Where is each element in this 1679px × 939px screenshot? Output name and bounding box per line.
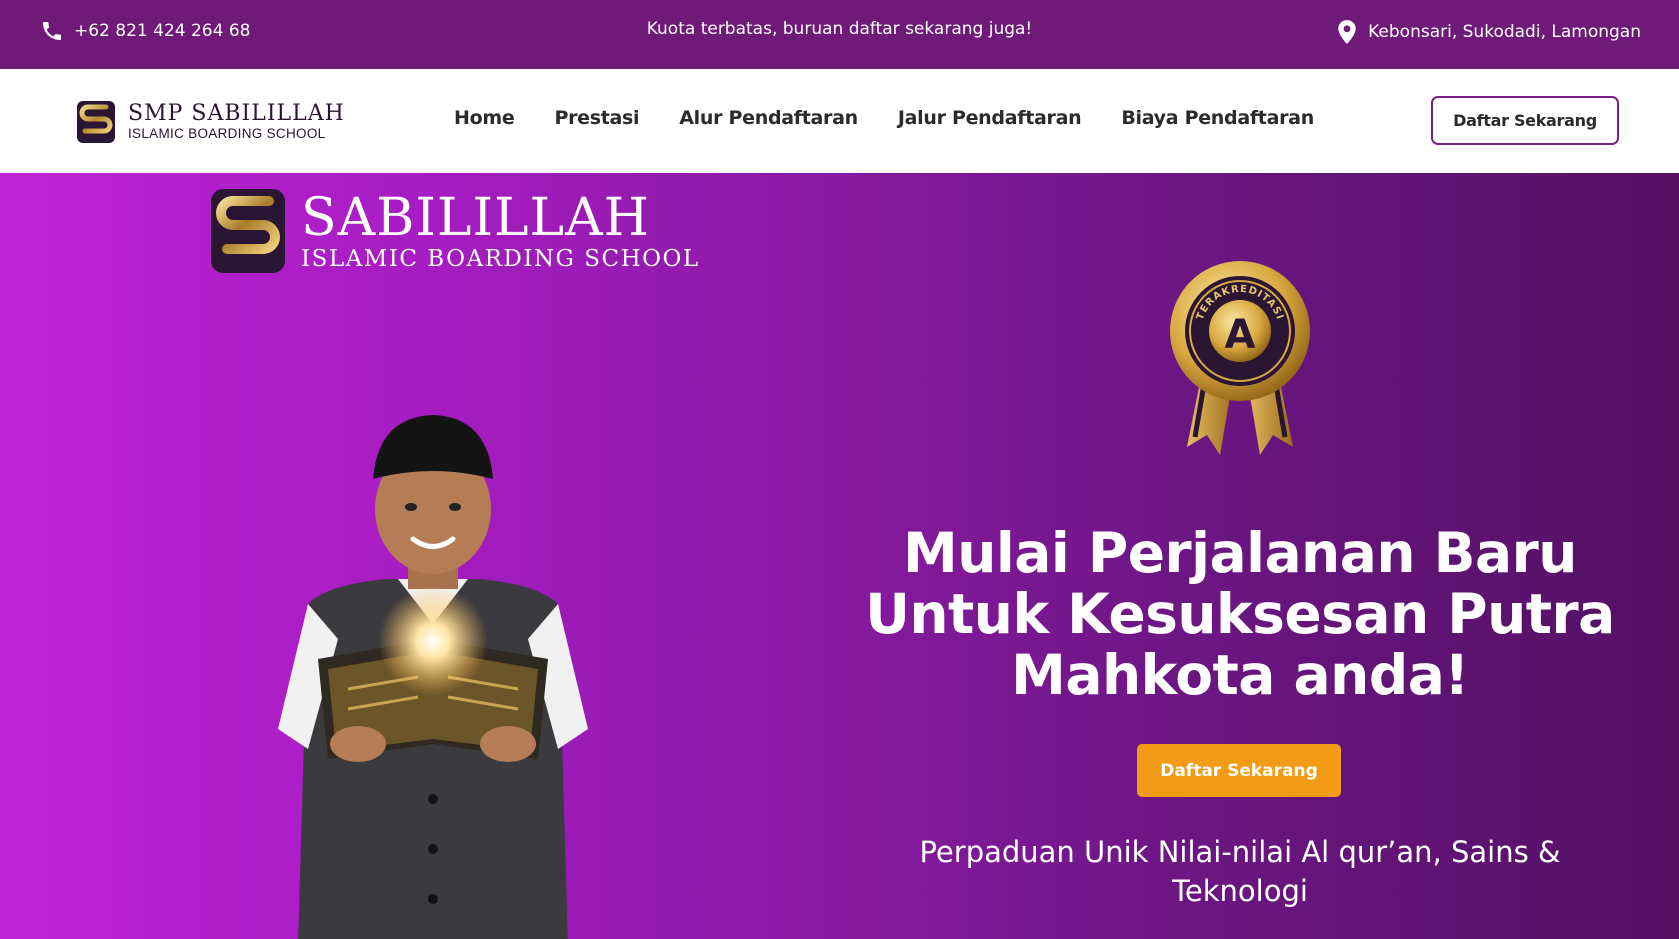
topbar-location[interactable]: Kebonsari, Sukodadi, Lamongan xyxy=(1336,19,1641,45)
hero-logo-title: SABILILLAH xyxy=(301,188,650,248)
map-pin-icon xyxy=(1336,19,1358,45)
nav-alur-pendaftaran[interactable]: Alur Pendaftaran xyxy=(679,107,858,129)
student-photo xyxy=(278,415,588,939)
nav-jalur-pendaftaran[interactable]: Jalur Pendaftaran xyxy=(898,107,1082,129)
site-header: SMP SABILILLAH ISLAMIC BOARDING SCHOOL H… xyxy=(0,69,1679,173)
top-info-bar: +62 821 424 264 68 Kuota terbatas, burua… xyxy=(0,0,1679,69)
hero-register-button[interactable]: Daftar Sekarang xyxy=(1137,744,1341,797)
nav-prestasi[interactable]: Prestasi xyxy=(554,107,639,129)
hero-subline: Perpaduan Unik Nilai-nilai Al qur’an, Sa… xyxy=(919,835,1561,908)
hero-logo-subtitle: ISLAMIC BOARDING SCHOOL xyxy=(301,246,700,272)
location-text: Kebonsari, Sukodadi, Lamongan xyxy=(1368,22,1641,42)
logo-subtitle: ISLAMIC BOARDING SCHOOL xyxy=(128,126,326,141)
nav-biaya-pendaftaran[interactable]: Biaya Pendaftaran xyxy=(1121,107,1314,129)
school-logo-mark xyxy=(211,189,285,273)
school-logo-mark xyxy=(77,101,115,143)
nav-home[interactable]: Home xyxy=(454,107,515,129)
badge-grade: A xyxy=(1225,312,1256,358)
accreditation-badge-icon: A TERAKREDITASI xyxy=(1170,261,1310,455)
main-nav: Home Prestasi Alur Pendaftaran Jalur Pen… xyxy=(454,107,1314,129)
header-register-button[interactable]: Daftar Sekarang xyxy=(1431,96,1619,145)
hero-logo: SABILILLAH ISLAMIC BOARDING SCHOOL xyxy=(209,187,700,275)
logo-title: SMP SABILILLAH xyxy=(128,101,345,126)
site-logo[interactable]: SMP SABILILLAH ISLAMIC BOARDING SCHOOL xyxy=(76,100,345,144)
hero-section: SABILILLAH ISLAMIC BOARDING SCHOOL A TER… xyxy=(0,173,1679,939)
hero-headline: Mulai Perjalanan Baru Untuk Kesuksesan P… xyxy=(865,521,1615,707)
